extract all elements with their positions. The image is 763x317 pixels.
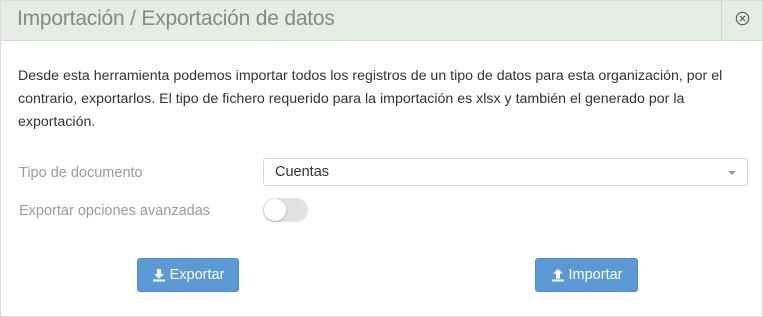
advanced-options-toggle[interactable] [263, 198, 308, 222]
close-circle-icon [735, 11, 750, 31]
export-button-label: Exportar [169, 267, 225, 283]
upload-icon [551, 268, 565, 282]
import-export-dialog: Importación / Exportación de datos Desde… [0, 0, 763, 317]
close-button[interactable] [721, 1, 762, 40]
import-button-label: Importar [568, 267, 623, 283]
toggle-knob [264, 199, 286, 221]
document-type-value: Cuentas [275, 164, 330, 180]
export-button[interactable]: Exportar [137, 258, 239, 292]
document-type-select[interactable]: Cuentas [263, 158, 748, 186]
chevron-down-icon [728, 171, 736, 175]
advanced-options-label: Exportar opciones avanzadas [19, 203, 211, 219]
dialog-description: Desde esta herramienta podemos importar … [18, 68, 723, 130]
dialog-title: Importación / Exportación de datos [17, 7, 335, 30]
dialog-header: Importación / Exportación de datos [1, 1, 762, 41]
document-type-label: Tipo de documento [19, 165, 143, 181]
import-button[interactable]: Importar [535, 258, 638, 292]
download-icon [152, 268, 166, 282]
